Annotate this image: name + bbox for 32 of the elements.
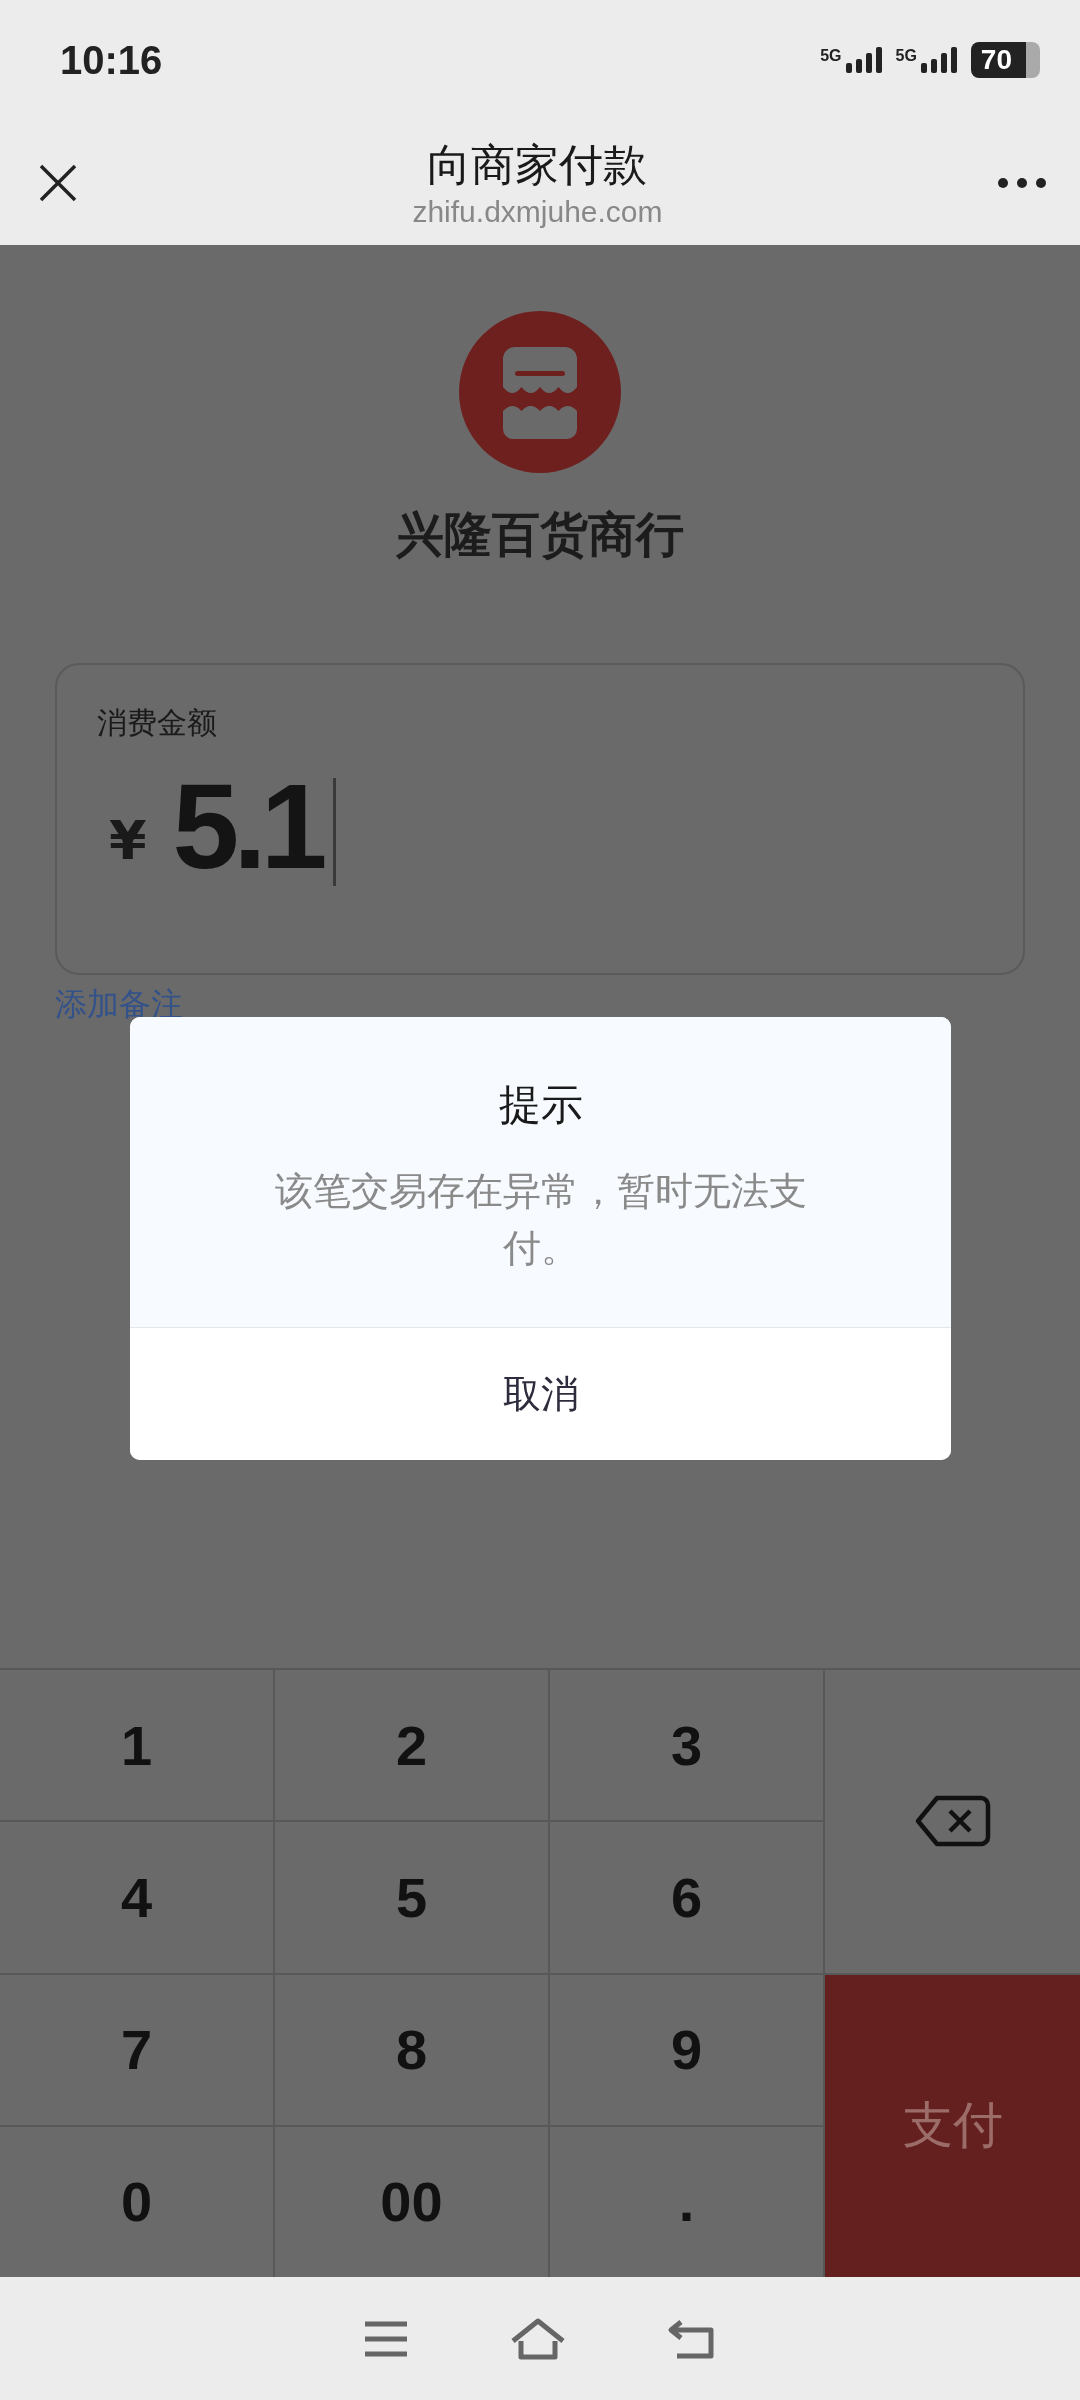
home-icon[interactable] (509, 2316, 567, 2361)
battery-indicator: 70 (970, 42, 1040, 78)
page-title: 向商家付款 (427, 138, 648, 192)
status-time: 10:16 (60, 37, 163, 83)
keypad-key[interactable]: 1 (0, 1670, 273, 1821)
dialog-message: 该笔交易存在异常，暂时无法支付。 (273, 1168, 808, 1272)
keypad-key[interactable]: 3 (550, 1670, 823, 1821)
signal-icon (918, 47, 959, 73)
signal-icon (843, 47, 884, 73)
back-icon[interactable] (667, 2317, 717, 2360)
amount-field[interactable]: 消费金额 ¥ 5.1 (55, 663, 1025, 975)
backspace-icon (914, 1795, 991, 1848)
keypad-key[interactable]: 5 (275, 1822, 548, 1973)
keypad-key[interactable]: 2 (275, 1670, 548, 1821)
menu-icon[interactable] (363, 2319, 409, 2358)
keypad-key[interactable]: 8 (275, 1974, 548, 2125)
page-url: zhifu.dxmjuhe.com (412, 195, 663, 229)
close-icon (38, 162, 78, 203)
keypad-key[interactable]: 9 (550, 1974, 823, 2125)
pay-button[interactable]: 支付 (825, 1974, 1080, 2277)
network-label: 5G (895, 47, 917, 65)
more-icon (997, 176, 1047, 189)
keypad-key[interactable]: 6 (550, 1822, 823, 1973)
keypad-key[interactable]: 00 (275, 2126, 548, 2277)
keypad-key[interactable]: 0 (0, 2126, 273, 2277)
keypad-key[interactable]: 4 (0, 1822, 273, 1973)
merchant-name: 兴隆百货商行 (396, 505, 684, 564)
keypad-key[interactable]: 7 (0, 1974, 273, 2125)
shop-logo-icon (459, 311, 621, 473)
network-label: 5G (820, 47, 842, 65)
dialog-title: 提示 (498, 1079, 583, 1131)
keypad-key[interactable]: . (550, 2126, 823, 2277)
